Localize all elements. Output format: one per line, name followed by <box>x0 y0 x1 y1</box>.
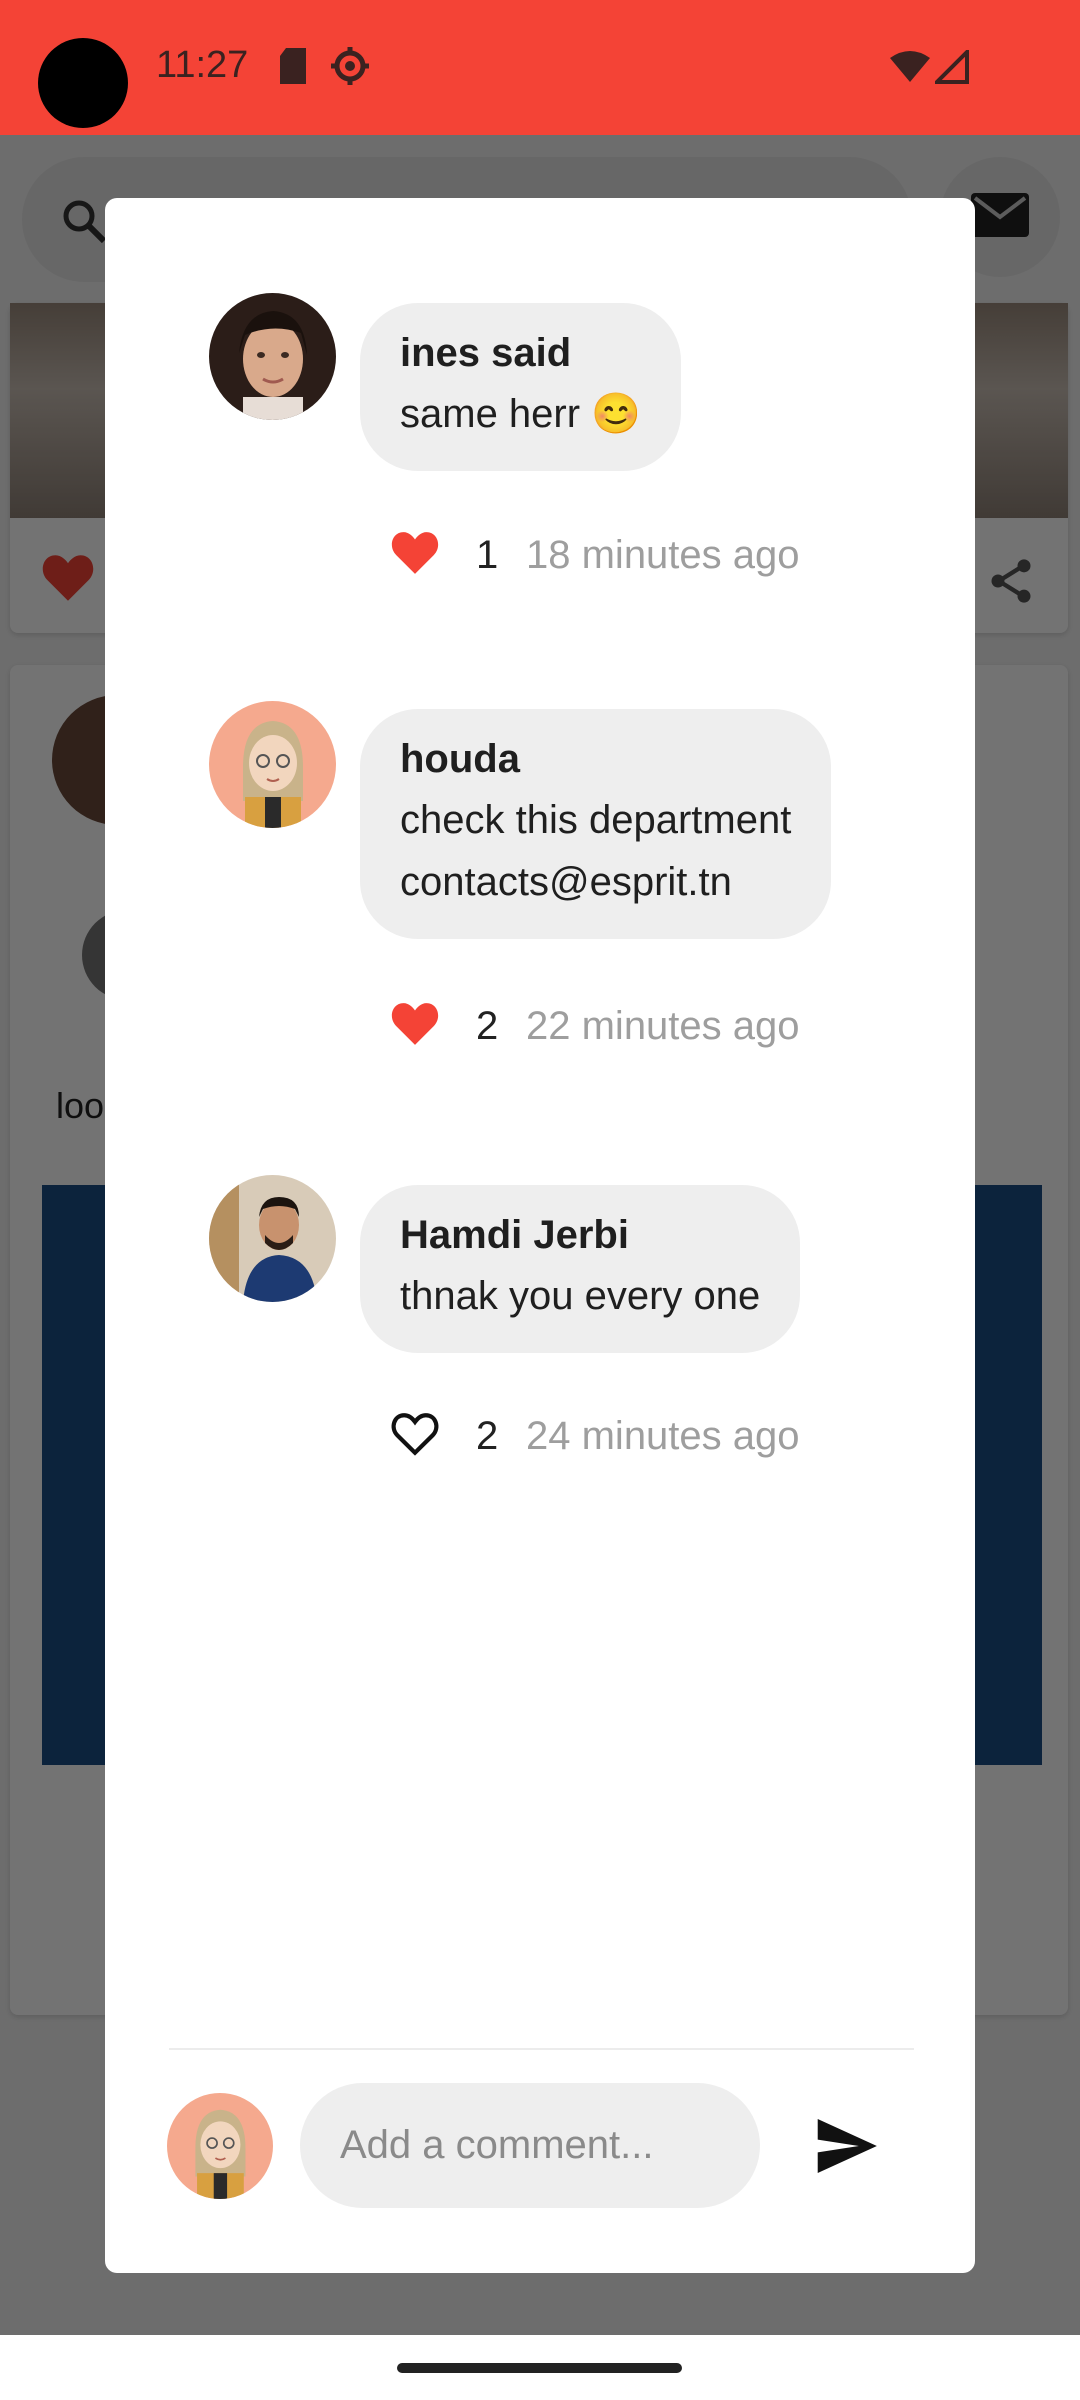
comment-text-line-1: check this department <box>400 798 792 842</box>
like-count: 2 <box>476 1413 499 1458</box>
status-bar: 11:27 <box>0 0 1080 135</box>
like-heart-filled-icon[interactable] <box>390 1001 440 1052</box>
status-time: 11:27 <box>156 44 249 86</box>
send-icon <box>817 2119 877 2173</box>
comment-timestamp: 22 minutes ago <box>526 1003 800 1048</box>
like-count: 1 <box>476 532 499 577</box>
send-button[interactable] <box>810 2110 882 2182</box>
composer-divider <box>169 2048 914 2050</box>
like-heart-outline-icon[interactable] <box>390 1411 440 1462</box>
screen: 11:27 ines said same herr 😊 1 18 minutes… <box>0 0 1080 2400</box>
comment-timestamp: 24 minutes ago <box>526 1413 800 1458</box>
current-user-avatar <box>167 2093 273 2199</box>
comment-bubble: ines said same herr 😊 <box>360 303 681 471</box>
comment-bubble: houda check this department contacts@esp… <box>360 709 832 939</box>
avatar[interactable] <box>209 293 336 420</box>
avatar[interactable] <box>209 1175 336 1302</box>
comment-meta: 2 22 minutes ago <box>390 996 800 1056</box>
comment-text-line-2: contacts@esprit.tn <box>400 860 732 904</box>
cellular-signal-icon <box>932 47 969 89</box>
comment-text: thnak you every one <box>400 1274 761 1318</box>
comment-input[interactable] <box>300 2083 760 2208</box>
comment-author: houda <box>400 737 520 781</box>
front-camera-cutout <box>38 38 128 128</box>
settings-gear-icon <box>330 46 370 91</box>
comments-dialog: ines said same herr 😊 1 18 minutes ago h… <box>105 198 975 2273</box>
like-count: 2 <box>476 1003 499 1048</box>
comment-meta: 2 24 minutes ago <box>390 1406 800 1466</box>
comment-meta: 1 18 minutes ago <box>390 525 800 585</box>
comment-bubble: Hamdi Jerbi thnak you every one <box>360 1185 801 1353</box>
wifi-icon <box>890 50 930 87</box>
comment-text: same herr 😊 <box>400 392 641 436</box>
like-heart-filled-icon[interactable] <box>390 530 440 581</box>
avatar[interactable] <box>209 701 336 828</box>
comment-timestamp: 18 minutes ago <box>526 532 800 577</box>
comment-author: ines said <box>400 331 572 375</box>
home-indicator[interactable] <box>397 2363 682 2373</box>
comment-author: Hamdi Jerbi <box>400 1213 629 1257</box>
sd-card-icon <box>278 48 308 89</box>
